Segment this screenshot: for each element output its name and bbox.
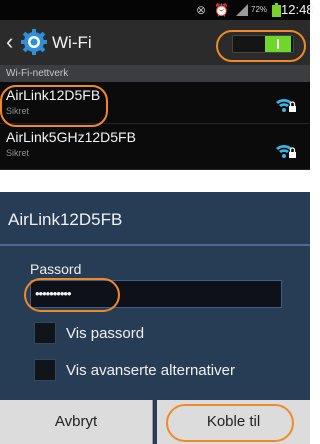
dialog-divider bbox=[0, 244, 310, 246]
password-label: Passord bbox=[30, 261, 82, 277]
clock-icon: ⏰ bbox=[214, 3, 229, 17]
advanced-options-checkbox[interactable] bbox=[34, 359, 56, 381]
highlight-network bbox=[0, 85, 108, 127]
cancel-button[interactable]: Avbryt bbox=[0, 400, 153, 444]
network-name: AirLink5GHz12D5FB bbox=[6, 129, 136, 145]
signal-icon bbox=[236, 4, 248, 16]
network-item[interactable]: AirLink5GHz12D5FB Sikret bbox=[0, 124, 310, 170]
back-chevron-icon[interactable]: ‹ bbox=[6, 30, 13, 54]
dialog-title: AirLink12D5FB bbox=[8, 210, 123, 229]
show-password-checkbox[interactable] bbox=[34, 322, 56, 344]
gear-icon[interactable] bbox=[20, 28, 48, 56]
alarm-icon: ⊗ bbox=[196, 3, 207, 17]
wifi-secured-icon bbox=[276, 144, 296, 158]
wifi-settings-screen: ⊗ ⏰ 72% 12:48 ‹ Wi-Fi Wi-Fi-nettverk Air… bbox=[0, 0, 314, 170]
page-title: Wi-Fi bbox=[52, 33, 92, 52]
section-header: Wi-Fi-nettverk bbox=[0, 65, 310, 82]
status-bar: ⊗ ⏰ 72% 12:48 bbox=[0, 0, 314, 20]
wifi-secured-icon bbox=[276, 98, 296, 112]
status-time: 12:48 bbox=[281, 2, 314, 17]
wifi-connect-dialog: AirLink12D5FB Passord •••••••••• Vis pas… bbox=[0, 192, 310, 444]
battery-percent: 72% bbox=[251, 5, 268, 14]
show-password-label: Vis passord bbox=[66, 325, 145, 342]
advanced-options-label: Vis avanserte alternativer bbox=[66, 362, 235, 379]
network-security: Sikret bbox=[6, 148, 30, 158]
battery-icon bbox=[272, 3, 281, 17]
highlight-toggle bbox=[216, 30, 306, 62]
highlight-connect bbox=[166, 404, 294, 442]
highlight-password bbox=[24, 278, 120, 312]
